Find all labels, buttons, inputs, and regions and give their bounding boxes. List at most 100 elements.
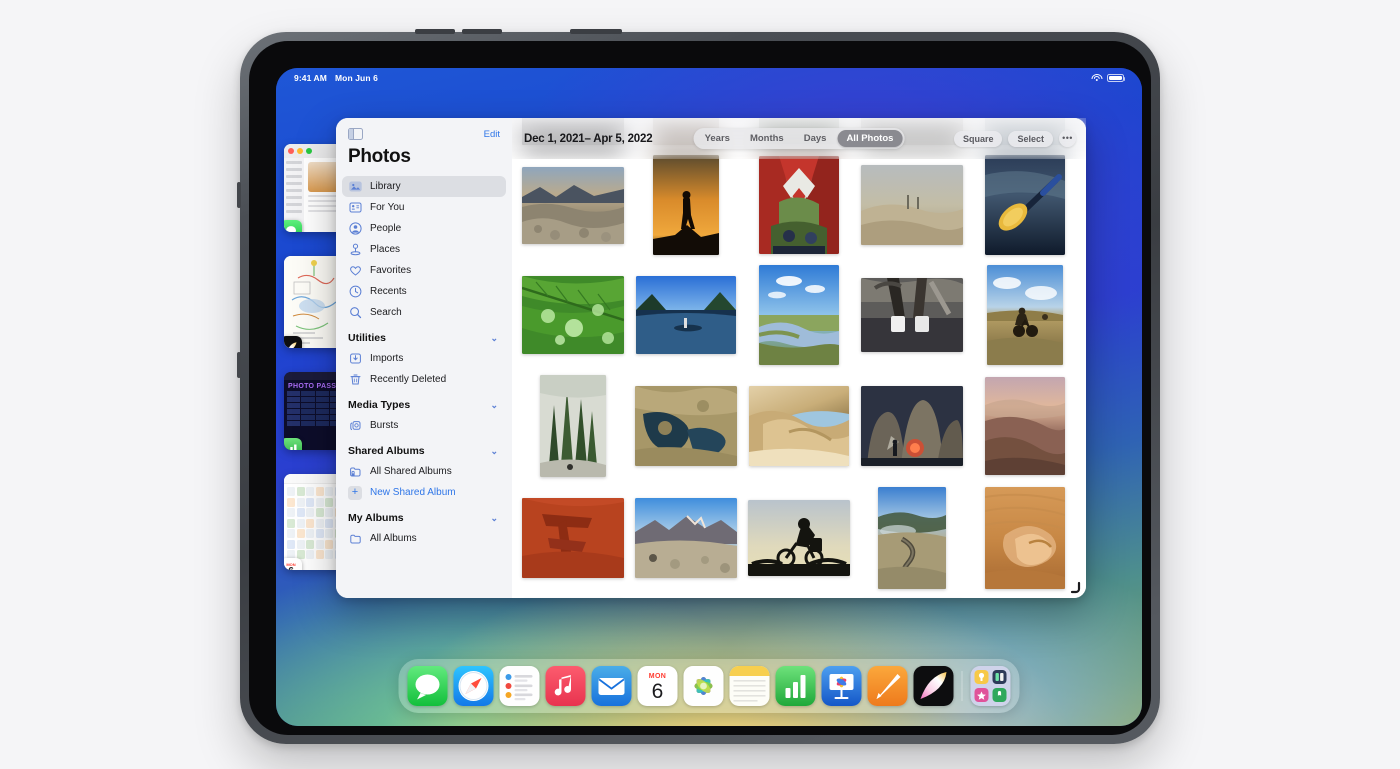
volume-down-button[interactable] bbox=[462, 29, 502, 34]
sidebar-group-shared-albums[interactable]: Shared Albums ⌄ bbox=[336, 436, 512, 461]
search-icon bbox=[348, 306, 362, 320]
import-icon bbox=[348, 352, 362, 366]
segment-days[interactable]: Days bbox=[795, 130, 836, 147]
chevron-down-icon[interactable]: ⌄ bbox=[490, 400, 498, 411]
dock-app-messages[interactable] bbox=[407, 666, 448, 706]
photo-thumb[interactable] bbox=[984, 155, 1065, 255]
numbers-app-icon bbox=[284, 438, 302, 450]
photo-thumb[interactable] bbox=[540, 375, 607, 477]
photo-thumb[interactable] bbox=[984, 487, 1065, 589]
chevron-down-icon[interactable]: ⌄ bbox=[490, 446, 498, 457]
sidebar-group-utilities[interactable]: Utilities ⌄ bbox=[336, 323, 512, 348]
people-icon bbox=[348, 222, 362, 236]
photo-thumb[interactable] bbox=[758, 265, 839, 365]
sidebar-toggle-icon[interactable] bbox=[348, 128, 363, 140]
sidebar-item-label: New Shared Album bbox=[370, 487, 456, 498]
dock-app-photos[interactable] bbox=[683, 666, 724, 706]
photo-grid bbox=[512, 118, 1086, 598]
sidebar-item-all-albums[interactable]: All Albums bbox=[342, 528, 506, 549]
photo-thumb[interactable] bbox=[653, 155, 720, 255]
dock-app-library[interactable] bbox=[970, 666, 1011, 706]
clock-icon bbox=[348, 285, 362, 299]
screenshot-root: 9:41 AM Mon Jun 6 PHOTO PASS MON Edit Ph… bbox=[0, 0, 1400, 769]
sidebar-item-label: Recents bbox=[370, 286, 407, 297]
sidebar-item-label: All Shared Albums bbox=[370, 466, 452, 477]
photo-thumb[interactable] bbox=[522, 166, 625, 244]
side-connector-a bbox=[237, 182, 241, 208]
sidebar-item-label: Imports bbox=[370, 353, 404, 364]
segment-months[interactable]: Months bbox=[741, 130, 793, 147]
dock-app-mail[interactable] bbox=[591, 666, 632, 706]
sidebar-item-favorites[interactable]: Favorites bbox=[342, 260, 506, 281]
photo-thumb[interactable] bbox=[860, 278, 963, 352]
sidebar-item-bursts[interactable]: Bursts bbox=[342, 415, 506, 436]
sidebar-item-label: All Albums bbox=[370, 533, 417, 544]
resize-handle-icon[interactable] bbox=[1068, 581, 1081, 594]
segment-all-photos[interactable]: All Photos bbox=[837, 130, 903, 147]
dock-app-pages[interactable] bbox=[867, 666, 908, 706]
volume-up-button[interactable] bbox=[415, 29, 455, 34]
photo-thumb[interactable] bbox=[748, 386, 849, 466]
trash-icon bbox=[348, 373, 362, 387]
photo-thumb[interactable] bbox=[522, 498, 625, 578]
photo-thumb[interactable] bbox=[860, 386, 963, 466]
dock-app-procreate[interactable] bbox=[913, 666, 954, 706]
sidebar-item-new-shared-album[interactable]: + New Shared Album bbox=[342, 482, 506, 503]
photo-thumb[interactable] bbox=[635, 386, 738, 466]
ellipsis-icon[interactable]: ••• bbox=[1059, 130, 1076, 147]
sidebar-item-recently-deleted[interactable]: Recently Deleted bbox=[342, 369, 506, 390]
sidebar-group-my-albums[interactable]: My Albums ⌄ bbox=[336, 503, 512, 528]
photo-thumb[interactable] bbox=[984, 377, 1065, 475]
segment-years[interactable]: Years bbox=[696, 130, 739, 147]
procreate-app-icon bbox=[284, 336, 302, 348]
chevron-down-icon[interactable]: ⌄ bbox=[490, 333, 498, 344]
chevron-down-icon[interactable]: ⌄ bbox=[490, 513, 498, 524]
photo-thumb[interactable] bbox=[522, 276, 625, 354]
time-scope-segmented-control[interactable]: Years Months Days All Photos bbox=[693, 128, 905, 149]
dock-app-notes[interactable] bbox=[729, 666, 770, 706]
dock-app-numbers[interactable] bbox=[775, 666, 816, 706]
dock-divider bbox=[961, 671, 963, 701]
photo-thumb[interactable] bbox=[860, 165, 963, 245]
album-folder-icon bbox=[348, 532, 362, 546]
power-button[interactable] bbox=[570, 29, 622, 34]
sidebar-item-label: Search bbox=[370, 307, 402, 318]
photo-thumb[interactable] bbox=[986, 265, 1063, 365]
date-range-label: Dec 1, 2021– Apr 5, 2022 bbox=[524, 132, 653, 145]
sidebar-item-places[interactable]: Places bbox=[342, 239, 506, 260]
sidebar-item-label: Favorites bbox=[370, 265, 412, 276]
dock: MON 6 bbox=[398, 659, 1020, 713]
photo-thumb[interactable] bbox=[635, 498, 738, 578]
group-title: Utilities bbox=[348, 332, 386, 344]
edit-button[interactable]: Edit bbox=[484, 129, 500, 140]
dock-app-music[interactable] bbox=[545, 666, 586, 706]
messages-app-icon bbox=[284, 220, 302, 232]
photo-thumb[interactable] bbox=[877, 487, 946, 589]
dock-app-safari[interactable] bbox=[453, 666, 494, 706]
dock-app-keynote[interactable] bbox=[821, 666, 862, 706]
dock-app-calendar[interactable]: MON 6 bbox=[637, 666, 678, 706]
square-button[interactable]: Square bbox=[953, 130, 1003, 147]
sidebar-item-all-shared-albums[interactable]: All Shared Albums bbox=[342, 461, 506, 482]
sidebar-item-library[interactable]: Library bbox=[342, 176, 506, 197]
status-date: Mon Jun 6 bbox=[334, 73, 378, 83]
sidebar-item-label: Places bbox=[370, 244, 401, 255]
photo-thumb[interactable] bbox=[758, 156, 839, 254]
sidebar-item-label: Library bbox=[370, 181, 401, 192]
sidebar-group-media-types[interactable]: Media Types ⌄ bbox=[336, 390, 512, 415]
ipad-screen: 9:41 AM Mon Jun 6 PHOTO PASS MON Edit Ph… bbox=[276, 68, 1142, 726]
group-title: Media Types bbox=[348, 399, 411, 411]
sidebar-item-people[interactable]: People bbox=[342, 218, 506, 239]
calendar-app-icon: MON 6 bbox=[284, 558, 302, 570]
sidebar-item-for-you[interactable]: For You bbox=[342, 197, 506, 218]
photo-thumb[interactable] bbox=[636, 276, 737, 354]
sidebar-item-recents[interactable]: Recents bbox=[342, 281, 506, 302]
sidebar-item-imports[interactable]: Imports bbox=[342, 348, 506, 369]
dock-app-reminders[interactable] bbox=[499, 666, 540, 706]
status-time: 9:41 AM bbox=[294, 73, 327, 83]
sidebar-item-search[interactable]: Search bbox=[342, 302, 506, 323]
group-title: My Albums bbox=[348, 512, 404, 524]
photo-thumb[interactable] bbox=[747, 500, 850, 576]
heart-icon bbox=[348, 264, 362, 278]
select-button[interactable]: Select bbox=[1008, 130, 1053, 147]
